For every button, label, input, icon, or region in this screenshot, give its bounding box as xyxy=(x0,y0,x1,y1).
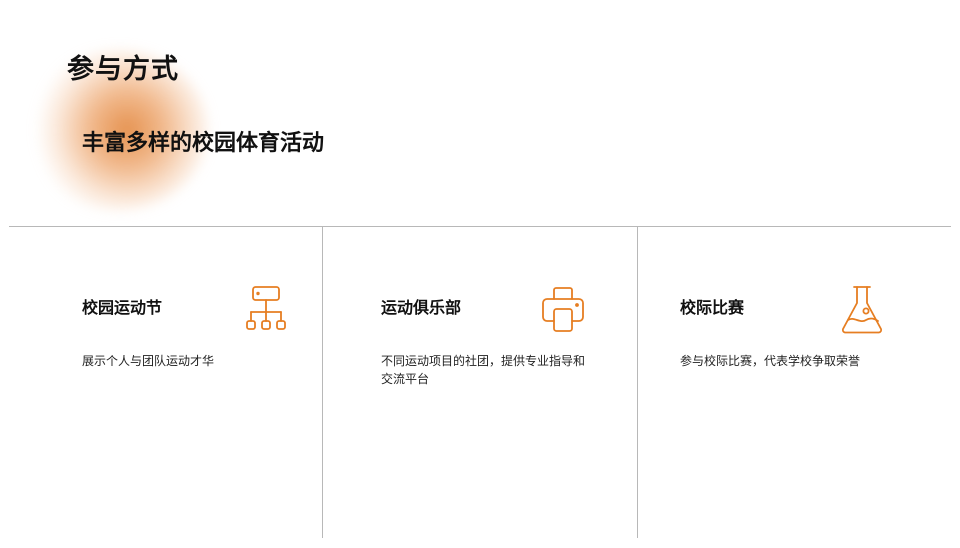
card-description: 参与校际比赛，代表学校争取荣誉 xyxy=(680,354,861,368)
horizontal-divider xyxy=(9,226,951,227)
card-title: 校园运动节 xyxy=(82,298,163,317)
page-subtitle: 丰富多样的校园体育活动 xyxy=(82,131,325,156)
card-title: 校际比赛 xyxy=(680,298,745,317)
card-description: 不同运动项目的社团，提供专业指导和交流平台 xyxy=(381,354,586,386)
hierarchy-icon xyxy=(242,284,290,336)
vertical-divider-2 xyxy=(637,227,638,538)
page-title: 参与方式 xyxy=(67,54,179,85)
vertical-divider-1 xyxy=(322,227,323,538)
printer-icon xyxy=(539,284,587,336)
card-description: 展示个人与团队运动才华 xyxy=(82,354,215,368)
flask-icon xyxy=(838,284,886,336)
card-title: 运动俱乐部 xyxy=(381,298,462,317)
